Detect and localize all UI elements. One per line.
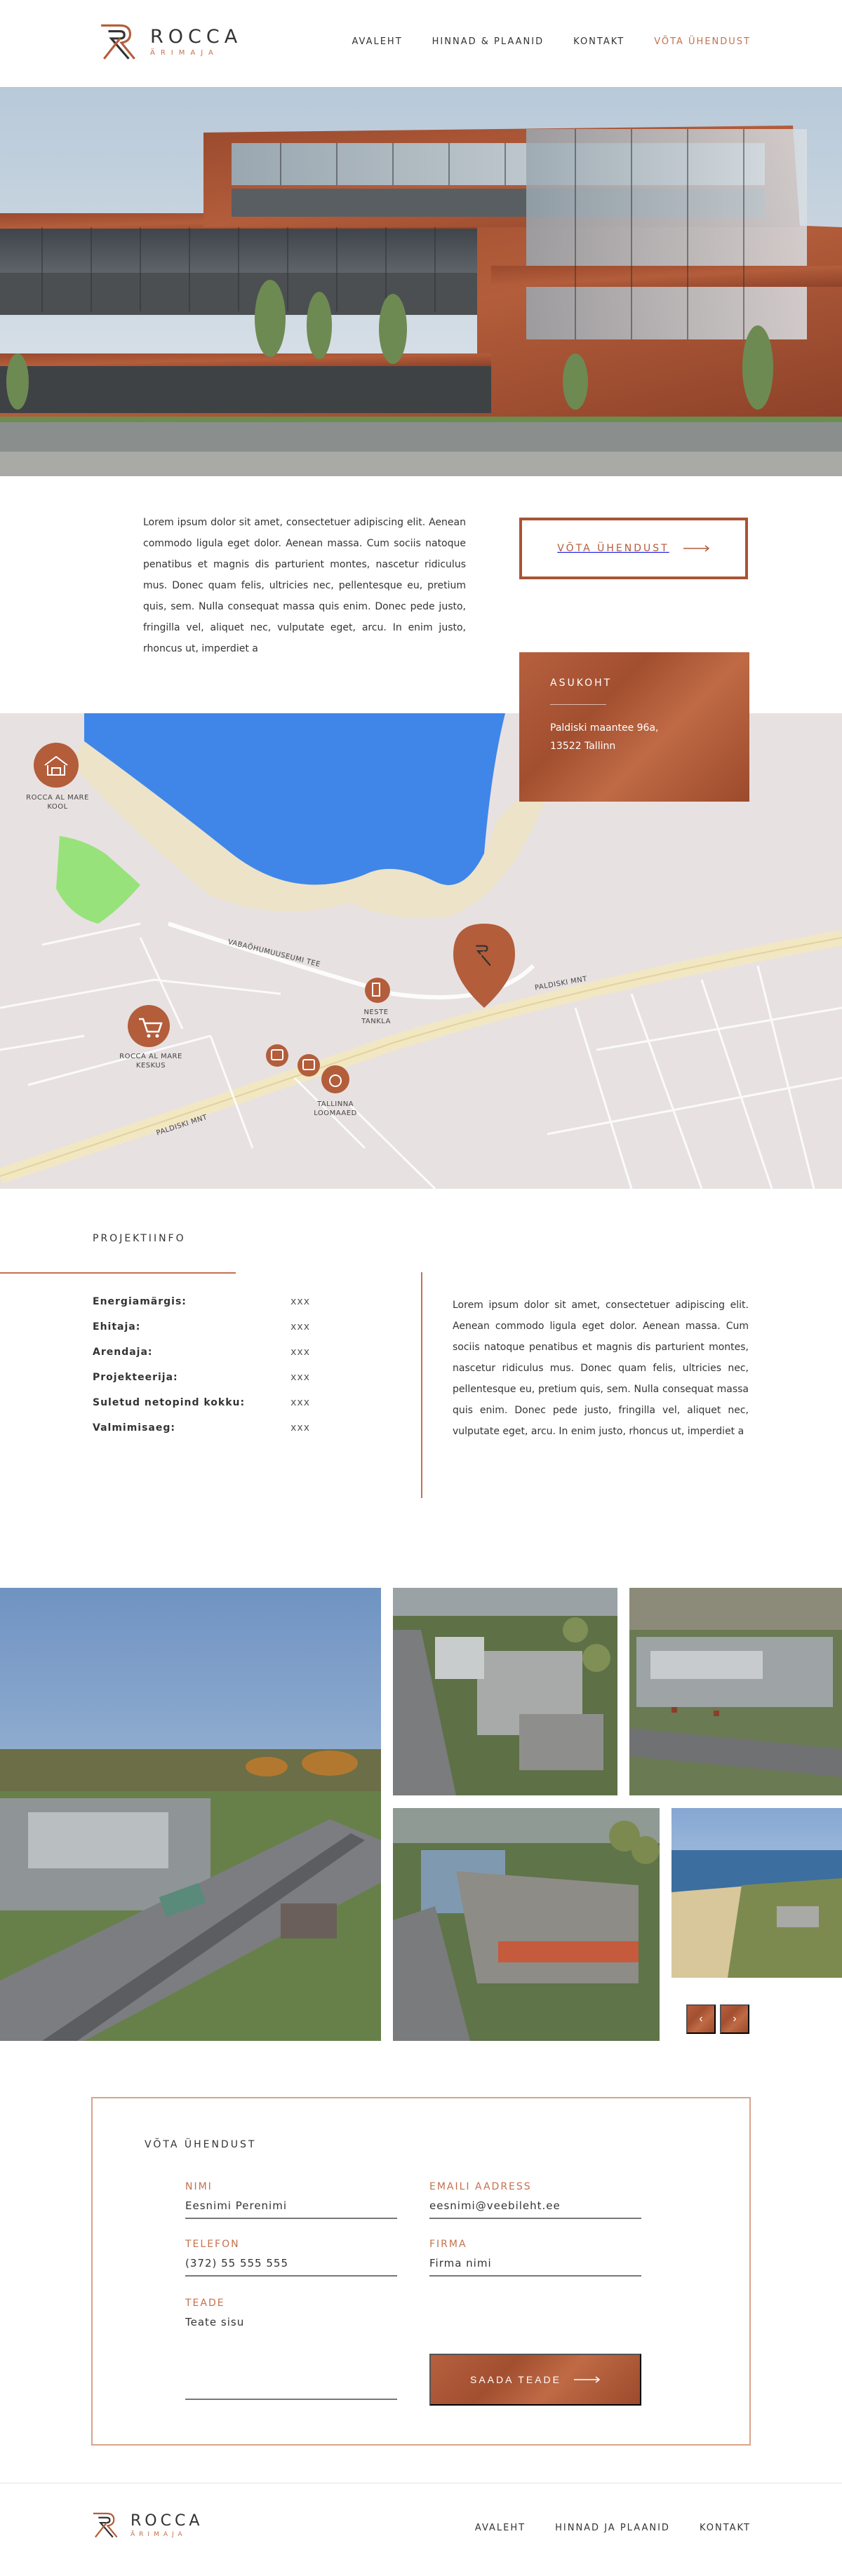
brand-name: ROCCA [150,26,243,48]
gallery-image-3[interactable] [629,1588,842,1795]
rocca-logo-icon [98,20,142,63]
rocca-logo-icon [91,2509,122,2540]
email-field[interactable]: EMAILI AADRESS eesnimi@veebileht.ee [429,2181,641,2219]
company-input[interactable]: Firma nimi [429,2257,641,2277]
arrow-right-icon [574,2376,601,2383]
gallery-next-button[interactable]: › [720,2004,749,2034]
phone-input[interactable]: (372) 55 555 555 [185,2257,397,2277]
svg-text:NESTE: NESTE [363,1009,388,1016]
svg-text:TALLINNA: TALLINNA [316,1100,354,1108]
company-label: FIRMA [429,2239,467,2250]
svg-text:ROCCA AL MARE: ROCCA AL MARE [119,1053,182,1060]
map-marker-bus-1 [266,1044,288,1067]
name-label: NIMI [185,2181,213,2192]
message-textarea[interactable]: Teate sisu [185,2316,397,2400]
chevron-right-icon: › [733,2013,737,2025]
gallery-image-4[interactable] [393,1808,660,2041]
map-marker-zoo [321,1065,349,1093]
project-info-rule [0,1272,236,1274]
gallery-image-main[interactable] [0,1588,381,2041]
footer-logo[interactable]: ROCCA ÄRIMAJA [91,2509,203,2540]
phone-field[interactable]: TELEFON (372) 55 555 555 [185,2239,397,2277]
brand-sub: ÄRIMAJA [150,49,219,57]
location-address-line2: 13522 Tallinn [550,741,616,752]
nav-get-in-touch[interactable]: VÕTA ÜHENDUST [654,36,751,47]
footer-nav: AVALEHT HINNAD JA PLAANID KONTAKT [475,2523,751,2533]
project-info-row: Suletud netopind kokku: xxx [93,1397,310,1408]
svg-text:KOOL: KOOL [47,803,67,811]
project-info-row: Ehitaja: xxx [93,1321,310,1333]
footer-nav-prices-plans[interactable]: HINNAD JA PLAANID [555,2523,670,2533]
svg-text:TANKLA: TANKLA [361,1018,391,1025]
project-info-divider [421,1272,422,1498]
map-marker-shopping [128,1005,170,1047]
project-info-text: Lorem ipsum dolor sit amet, consectetuer… [453,1300,749,1437]
send-message-button[interactable]: SAADA TEADE [429,2354,641,2406]
nav-home[interactable]: AVALEHT [352,36,402,47]
gallery-image-2[interactable] [393,1588,617,1795]
footer-nav-home[interactable]: AVALEHT [475,2523,526,2533]
nav-contact[interactable]: KONTAKT [573,36,624,47]
arrow-right-icon [683,545,709,552]
contact-form: VÕTA ÜHENDUST NIMI Eesnimi Perenimi EMAI… [91,2097,751,2446]
cta-contact-button[interactable]: VÕTA ÜHENDUST [519,518,748,579]
location-card: ASUKOHT Paldiski maantee 96a, 13522 Tall… [519,652,749,802]
location-title: ASUKOHT [550,677,613,689]
intro-text: Lorem ipsum dolor sit amet, consectetuer… [143,517,466,654]
message-field[interactable]: TEADE Teate sisu [185,2298,397,2400]
location-divider [550,704,606,705]
map-marker-gas [365,978,390,1003]
footer-brand-sub: ÄRIMAJA [131,2530,187,2538]
site-header: ROCCA ÄRIMAJA AVALEHT HINNAD & PLAANID K… [0,0,842,87]
message-label: TEADE [185,2298,225,2309]
company-field[interactable]: FIRMA Firma nimi [429,2239,641,2277]
photo-gallery: ‹ › [0,1588,842,2041]
nav-prices-plans[interactable]: HINNAD & PLAANID [432,36,544,47]
project-info-table: Energiamärgis: xxx Ehitaja: xxx Arendaja… [93,1296,310,1448]
project-info-title: PROJEKTIINFO [93,1233,186,1244]
name-input[interactable]: Eesnimi Perenimi [185,2199,397,2219]
phone-label: TELEFON [185,2239,240,2250]
email-label: EMAILI AADRESS [429,2181,532,2192]
footer-nav-contact[interactable]: KONTAKT [700,2523,751,2533]
email-input[interactable]: eesnimi@veebileht.ee [429,2199,641,2219]
chevron-left-icon: ‹ [699,2013,703,2025]
cta-label: VÕTA ÜHENDUST [557,543,669,554]
project-info-row: Projekteerija: xxx [93,1372,310,1383]
project-info-row: Energiamärgis: xxx [93,1296,310,1307]
svg-text:LOOMAAED: LOOMAAED [314,1110,357,1117]
gallery-prev-button[interactable]: ‹ [686,2004,716,2034]
footer-brand-name: ROCCA [131,2511,203,2530]
send-label: SAADA TEADE [469,2374,561,2385]
map-marker-school [34,743,79,788]
location-address-line1: Paldiski maantee 96a, [550,722,659,734]
hero-image [0,87,842,476]
name-field[interactable]: NIMI Eesnimi Perenimi [185,2181,397,2219]
main-nav: AVALEHT HINNAD & PLAANID KONTAKT VÕTA ÜH… [352,36,751,47]
svg-text:KESKUS: KESKUS [136,1062,166,1070]
map-marker-bus-2 [298,1054,320,1077]
contact-form-title: VÕTA ÜHENDUST [145,2139,257,2150]
svg-text:ROCCA AL MARE: ROCCA AL MARE [26,794,89,802]
brand-logo[interactable]: ROCCA ÄRIMAJA [98,20,242,63]
gallery-image-5[interactable] [671,1808,842,1978]
project-info-row: Valmimisaeg: xxx [93,1422,310,1434]
project-info-row: Arendaja: xxx [93,1347,310,1358]
